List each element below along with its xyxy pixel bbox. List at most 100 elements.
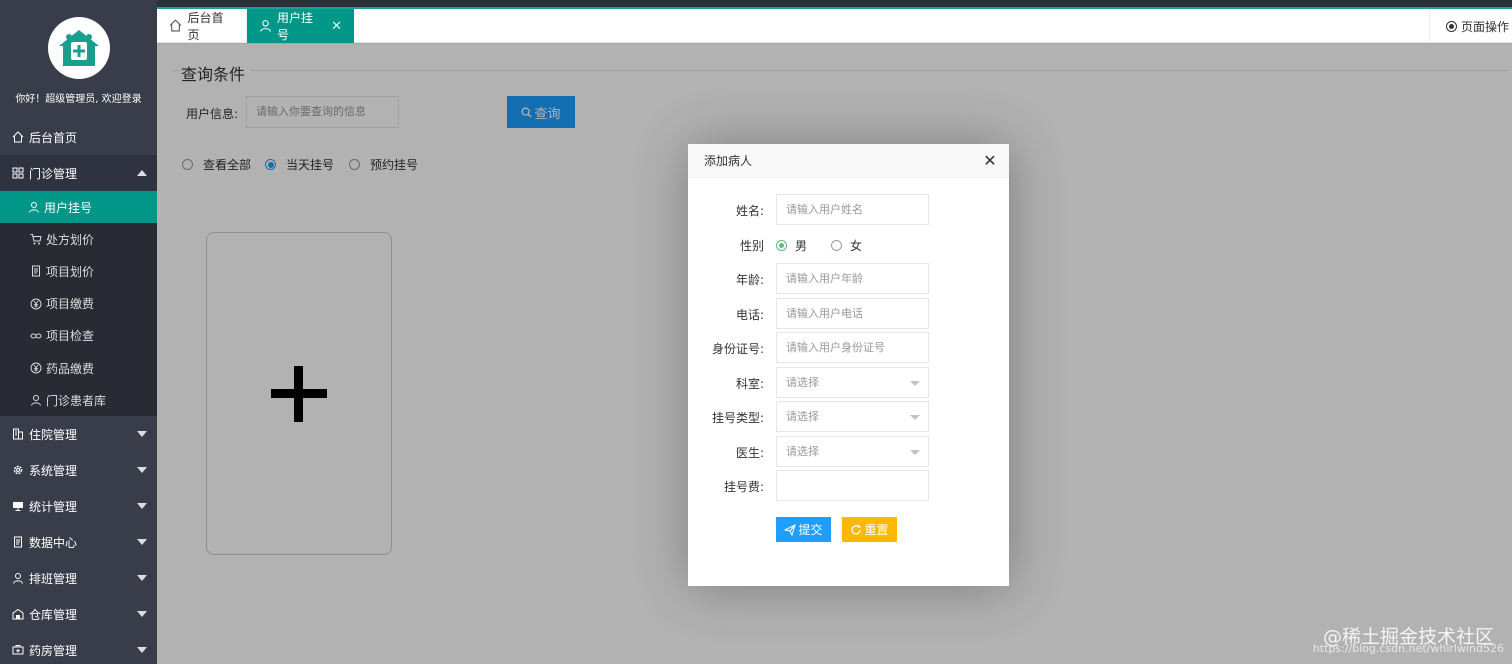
apps-icon [11,166,25,180]
home-icon [169,19,183,33]
user-icon [11,571,25,585]
page-operations-label: 页面操作 [1461,19,1510,34]
id-row: 身份证号: 请输入用户身份证号 [688,332,1009,363]
warehouse-icon [11,607,25,621]
sidebar-item-project-payment[interactable]: 项目缴费 [0,288,157,320]
gender-label: 性别 [739,239,764,253]
sidebar-item-label: 药品缴费 [46,361,95,376]
chevron-down-icon [910,415,920,420]
doctor-select-value: 请选择 [786,445,819,458]
gender-female-radio[interactable] [831,240,843,251]
gear-icon [11,463,25,477]
gender-male-radio[interactable] [776,240,787,251]
send-icon [784,523,797,536]
sidebar-group-label: 排班管理 [29,571,78,586]
chevron-down-icon [910,450,920,455]
sidebar-item-home[interactable]: 后台首页 [0,119,157,155]
sidebar-item-patient-library[interactable]: 门诊患者库 [0,384,157,416]
name-label: 姓名: [735,204,764,218]
sidebar-group-system[interactable]: 系统管理 [0,452,157,488]
chevron-down-icon [910,381,920,386]
sidebar-group-statistics[interactable]: 统计管理 [0,488,157,524]
home-icon [11,130,25,144]
hospital-logo-icon [47,17,110,79]
sidebar-item-label: 项目缴费 [46,297,95,312]
submit-label: 提交 [798,523,823,537]
fee-row: 挂号费: [688,470,1009,501]
watermark-url: https://blog.csdn.net/whirlwind526 [1312,642,1504,655]
age-row: 年龄: 请输入用户年龄 [688,263,1009,294]
submit-button[interactable]: 提交 [776,517,831,542]
department-select-value: 请选择 [786,376,819,389]
chevron-down-icon [137,611,147,618]
reg-type-label: 挂号类型: [711,411,764,425]
department-label: 科室: [735,377,764,391]
id-number-input[interactable]: 请输入用户身份证号 [776,332,929,363]
phone-input[interactable]: 请输入用户电话 [776,298,929,329]
sidebar-group-outpatient[interactable]: 门诊管理 [0,155,157,191]
sidebar-item-prescription-pricing[interactable]: 处方划价 [0,223,157,255]
doctor-select[interactable]: 请选择 [776,436,929,467]
gender-female-label: 女 [850,239,863,253]
reg-type-select[interactable]: 请选择 [776,401,929,432]
logo-wrap [0,7,157,89]
document-icon [30,265,42,277]
sidebar-group-label: 门诊管理 [29,166,78,181]
phone-row: 电话: 请输入用户电话 [688,298,1009,329]
sidebar-group-label: 住院管理 [29,427,78,442]
yen-icon [30,298,42,310]
sidebar-item-label: 门诊患者库 [46,393,107,408]
department-row: 科室: 请选择 [688,367,1009,398]
tab-user-registration[interactable]: 用户挂号 ✕ [247,9,354,43]
age-input[interactable]: 请输入用户年龄 [776,263,929,294]
page-operations-button[interactable]: 页面操作 [1429,9,1512,43]
add-patient-dialog: 添加病人 ✕ 姓名: 请输入用户姓名 性别 男 女 年龄: 请输入用户年龄 电话… [688,144,1009,586]
close-icon[interactable]: ✕ [983,151,997,170]
phone-label: 电话: [735,308,764,322]
chevron-down-icon [137,575,147,582]
close-icon[interactable]: ✕ [331,19,342,34]
sidebar-item-project-pricing[interactable]: 项目划价 [0,255,157,287]
sidebar-top-strip [0,0,157,7]
refresh-icon [850,524,862,536]
sidebar-group-warehouse[interactable]: 仓库管理 [0,596,157,632]
sidebar-item-label: 处方划价 [46,232,95,247]
sidebar-item-label: 项目检查 [46,329,95,344]
department-select[interactable]: 请选择 [776,367,929,398]
name-row: 姓名: 请输入用户姓名 [688,194,1009,225]
age-label: 年龄: [735,273,764,287]
tab-label: 后台首页 [187,11,224,42]
dialog-header: 添加病人 ✕ [688,144,1009,178]
reg-type-row: 挂号类型: 请选择 [688,401,1009,432]
sidebar-group-label: 仓库管理 [29,607,78,622]
id-label: 身份证号: [711,342,764,356]
sidebar-item-project-check[interactable]: 项目检查 [0,320,157,352]
sidebar: 你好！超级管理员, 欢迎登录 后台首页 门诊管理 用户挂号 处方划价 项目划价 … [0,0,157,664]
sidebar-group-scheduling[interactable]: 排班管理 [0,560,157,596]
cart-icon [30,233,42,245]
fee-label: 挂号费: [723,480,764,494]
tab-label: 用户挂号 [277,11,314,42]
sidebar-item-label: 后台首页 [29,130,78,145]
sidebar-group-pharmacy[interactable]: 药房管理 [0,632,157,664]
gender-row: 性别 男 女 [688,229,1009,260]
chevron-down-icon [137,467,147,474]
name-input[interactable]: 请输入用户姓名 [776,194,929,225]
chevron-down-icon [137,647,147,654]
tab-home[interactable]: 后台首页 [157,9,247,43]
sidebar-item-drug-payment[interactable]: 药品缴费 [0,352,157,384]
building-icon [11,427,25,441]
doctor-label: 医生: [735,446,764,460]
outpatient-submenu: 用户挂号 处方划价 项目划价 项目缴费 项目检查 药品缴费 门诊患者库 [0,191,157,417]
chevron-down-icon [137,539,147,546]
sidebar-item-label: 项目划价 [46,264,95,279]
fee-input[interactable] [776,470,929,501]
sidebar-item-user-registration[interactable]: 用户挂号 [0,191,157,224]
top-header-strip [157,0,1512,7]
sidebar-group-inpatient[interactable]: 住院管理 [0,416,157,452]
sidebar-group-label: 药房管理 [29,643,78,658]
user-icon [28,201,40,213]
greeting-text: 你好！超级管理员, 欢迎登录 [15,94,142,105]
reset-button[interactable]: 重置 [842,517,897,542]
sidebar-group-data-center[interactable]: 数据中心 [0,524,157,560]
